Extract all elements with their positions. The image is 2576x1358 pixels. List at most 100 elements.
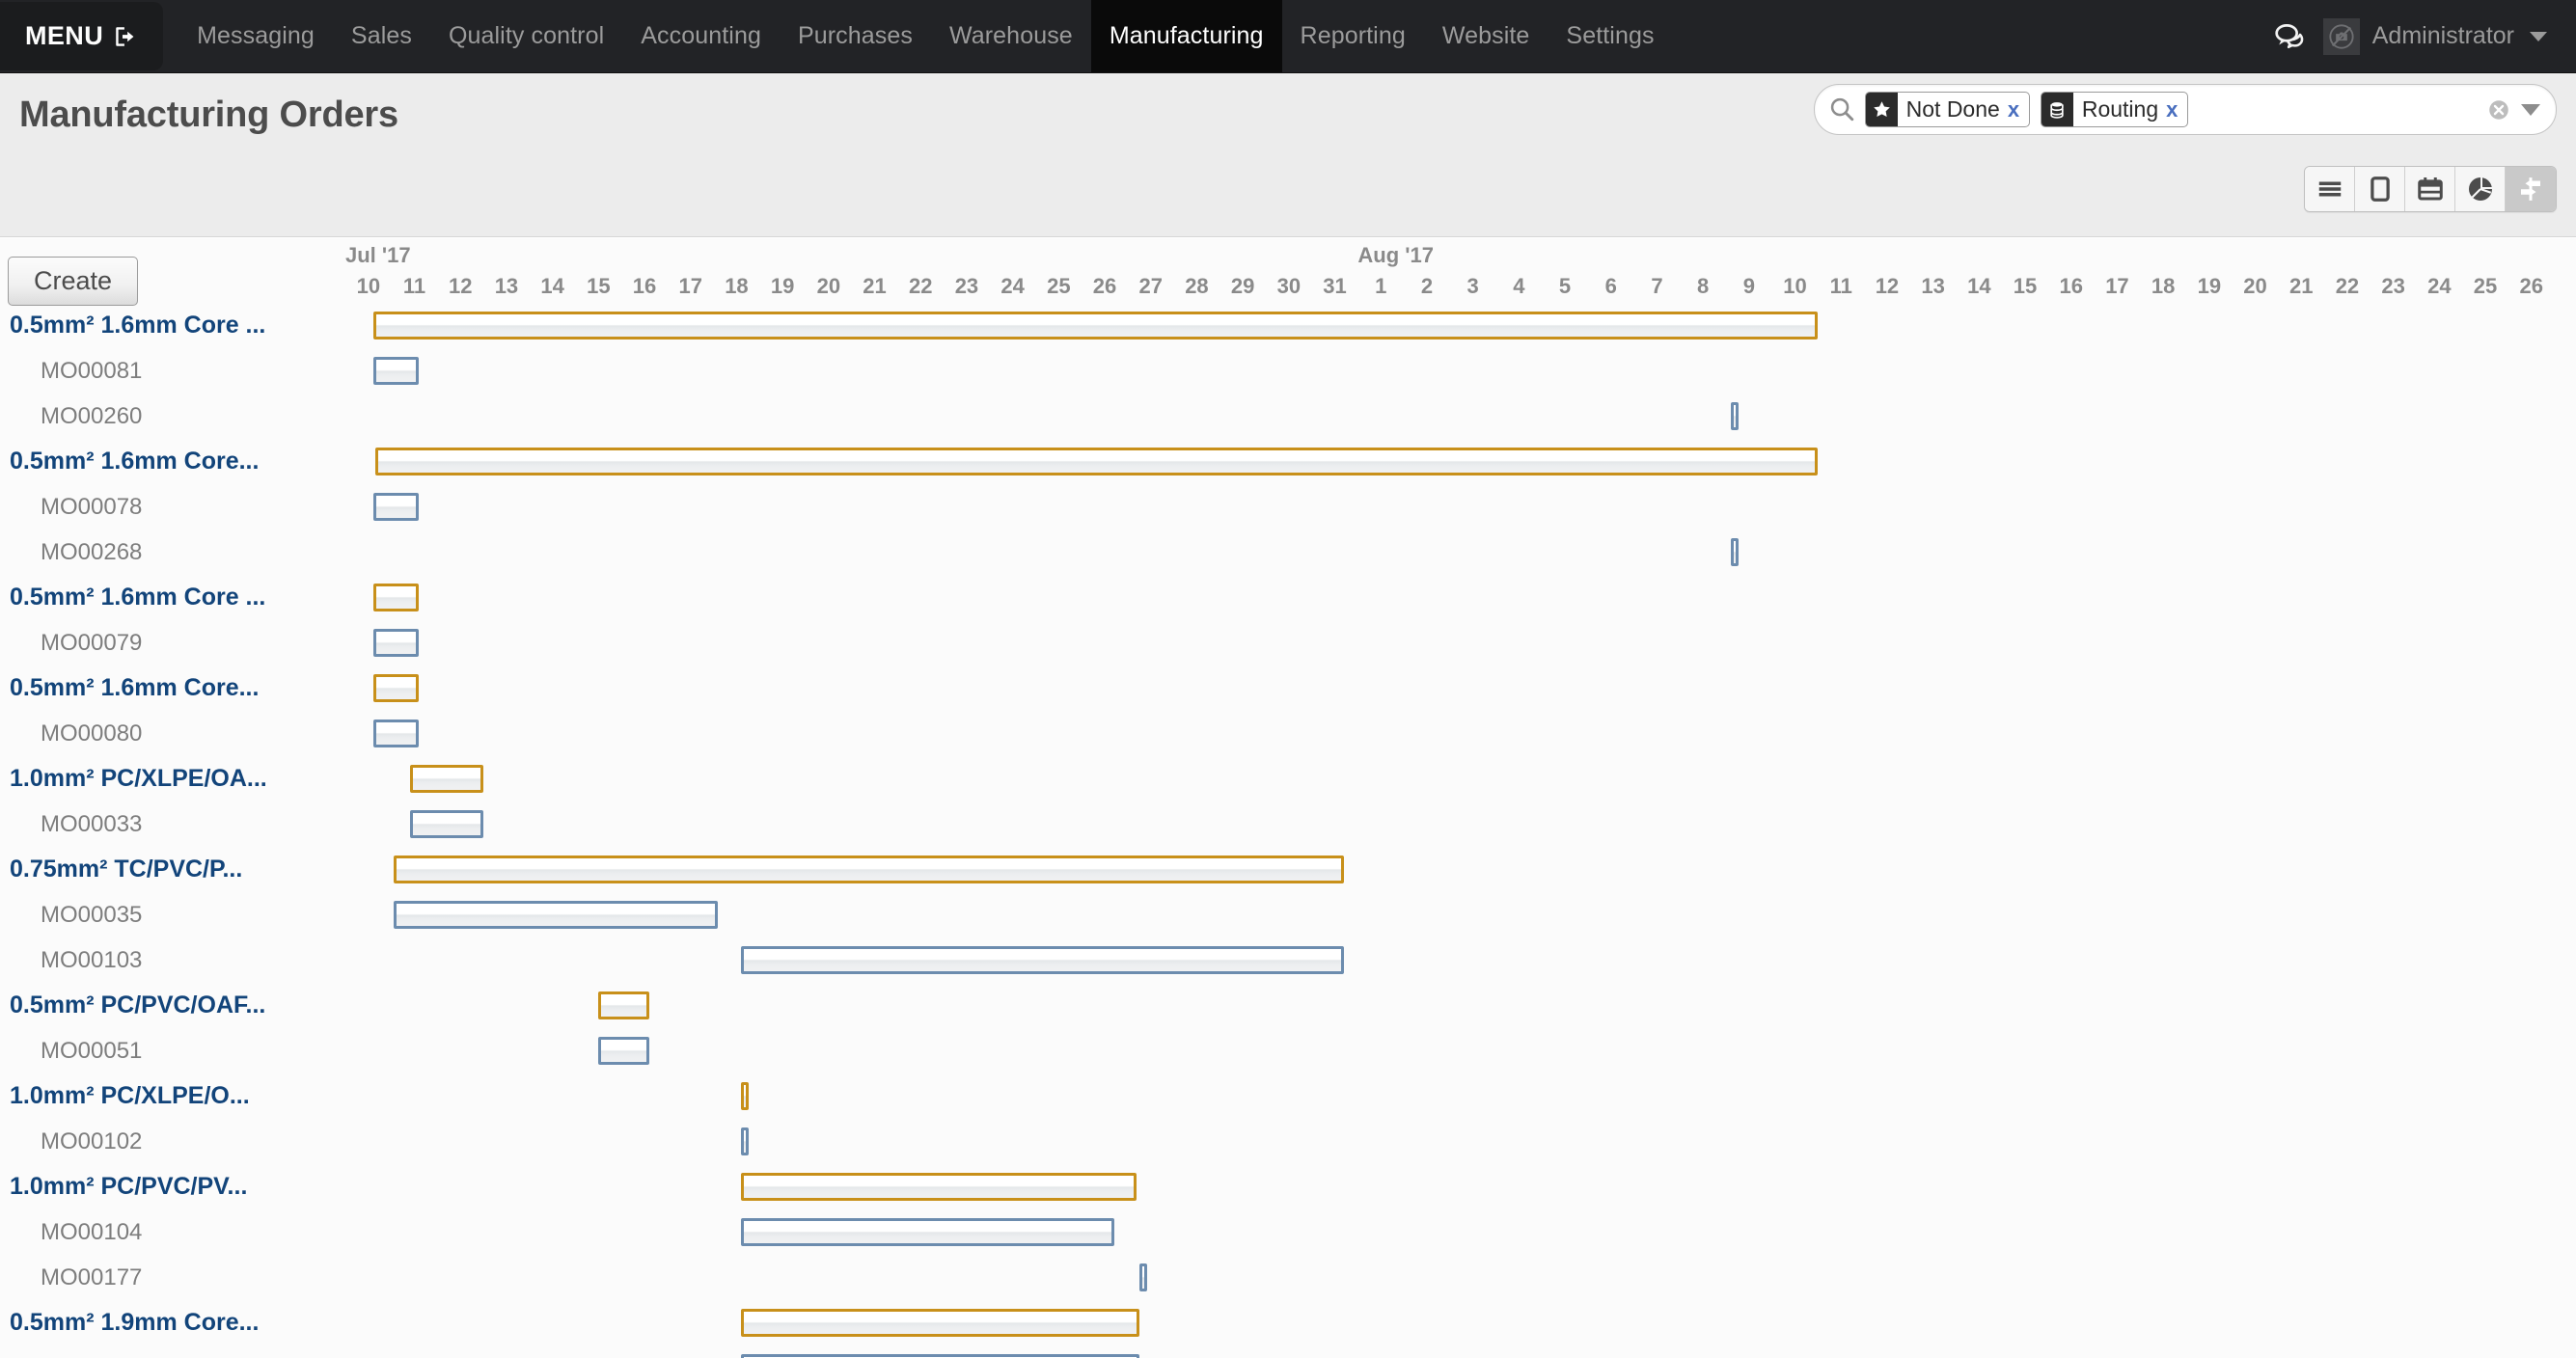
gantt-task-bar[interactable] xyxy=(741,946,1345,974)
nav-tab-settings[interactable]: Settings xyxy=(1548,0,1672,72)
chat-bubble-icon[interactable] xyxy=(2273,20,2306,53)
gantt-day-tick: 17 xyxy=(678,274,702,298)
star-icon xyxy=(1866,93,1898,126)
kanban-icon xyxy=(2370,177,2390,202)
nav-tab-messaging[interactable]: Messaging xyxy=(178,0,333,72)
clear-circle-icon[interactable] xyxy=(2486,97,2511,122)
search-bar[interactable]: Not Done x Routing x xyxy=(1814,84,2557,135)
gantt-day-tick: 6 xyxy=(1604,274,1617,298)
gantt-group-bar[interactable] xyxy=(372,674,420,702)
graph-view-button[interactable] xyxy=(2455,167,2506,211)
gantt-task-bar[interactable] xyxy=(372,629,420,657)
gantt-group-label[interactable]: 0.5mm² 1.6mm Core ... xyxy=(10,303,265,348)
gantt-task-bar[interactable] xyxy=(372,357,420,385)
chevron-down-icon xyxy=(2530,31,2547,41)
gantt-task-label[interactable]: MO00104 xyxy=(41,1209,142,1255)
remove-facet-not-done-icon[interactable]: x xyxy=(2008,97,2019,122)
remove-facet-routing-icon[interactable]: x xyxy=(2166,97,2178,122)
gantt-group-label[interactable]: 1.0mm² PC/XLPE/O... xyxy=(10,1073,250,1119)
gantt-group-label[interactable]: 0.5mm² 1.6mm Core ... xyxy=(10,575,265,620)
filter-facet-not-done[interactable]: Not Done x xyxy=(1865,92,2031,127)
gantt-task-label[interactable]: MO00268 xyxy=(41,530,142,575)
gantt-day-tick: 10 xyxy=(356,274,381,298)
filter-facet-routing-body: Routing x xyxy=(2073,93,2188,126)
gantt-day-tick: 4 xyxy=(1513,274,1525,298)
gantt-group-bar[interactable] xyxy=(741,1173,1137,1201)
user-menu[interactable]: Administrator xyxy=(2322,17,2547,55)
gantt-task-label[interactable]: MO00033 xyxy=(41,801,142,847)
gantt-task-row: MO00078 xyxy=(0,484,2576,530)
gantt-task-bar[interactable] xyxy=(372,493,420,521)
gantt-group-bar[interactable] xyxy=(375,448,1819,475)
gantt-day-tick: 29 xyxy=(1230,274,1255,298)
gantt-task-bar[interactable] xyxy=(741,1218,1114,1246)
nav-tab-website[interactable]: Website xyxy=(1424,0,1548,72)
gantt-group-label[interactable]: 0.5mm² 1.9mm Core... xyxy=(10,1300,259,1345)
gantt-group-bar[interactable] xyxy=(598,991,649,1019)
gantt-group-bar[interactable] xyxy=(741,1082,750,1110)
gantt-task-label[interactable]: MO00080 xyxy=(41,711,142,756)
nav-tab-manufacturing[interactable]: Manufacturing xyxy=(1090,0,1282,72)
gantt-task-label[interactable]: MO00081 xyxy=(41,348,142,394)
gantt-day-tick: 24 xyxy=(2427,274,2452,298)
gantt-task-label[interactable]: MO00102 xyxy=(41,1119,142,1164)
calendar-view-button[interactable] xyxy=(2405,167,2455,211)
filter-facet-routing[interactable]: Routing x xyxy=(2041,92,2189,127)
list-view-button[interactable] xyxy=(2305,167,2355,211)
gantt-group-bar[interactable] xyxy=(372,584,420,611)
kanban-view-button[interactable] xyxy=(2355,167,2405,211)
nav-tab-purchases[interactable]: Purchases xyxy=(780,0,931,72)
gantt-task-bar[interactable] xyxy=(741,1127,750,1155)
gantt-group-label[interactable]: 0.5mm² 1.6mm Core... xyxy=(10,439,259,484)
gantt-task-bar[interactable] xyxy=(409,810,484,838)
gantt-group-label[interactable]: 0.5mm² PC/PVC/OAF... xyxy=(10,983,265,1028)
gantt-task-row xyxy=(0,1345,2576,1358)
gantt-task-bar[interactable] xyxy=(372,720,420,747)
gantt-group-bar[interactable] xyxy=(409,765,484,793)
gantt-view-button[interactable] xyxy=(2506,167,2556,211)
gantt-task-bar[interactable] xyxy=(1730,538,1739,566)
gantt-day-tick: 20 xyxy=(816,274,841,298)
nav-tab-quality-control[interactable]: Quality control xyxy=(430,0,622,72)
gantt-group-row: 1.0mm² PC/XLPE/OA... xyxy=(0,756,2576,801)
gantt-task-bar[interactable] xyxy=(741,1354,1139,1358)
nav-tab-sales[interactable]: Sales xyxy=(333,0,430,72)
nav-tab-reporting[interactable]: Reporting xyxy=(1282,0,1424,72)
gantt-group-bar[interactable] xyxy=(372,312,1819,340)
menu-button[interactable]: MENU xyxy=(0,2,164,70)
page-title: Manufacturing Orders xyxy=(19,95,398,135)
gantt-day-tick: 24 xyxy=(1000,274,1025,298)
view-switcher xyxy=(2304,166,2557,212)
gantt-group-row: 1.0mm² PC/PVC/PV... xyxy=(0,1164,2576,1209)
gantt-task-label[interactable]: MO00260 xyxy=(41,394,142,439)
gantt-task-label[interactable]: MO00078 xyxy=(41,484,142,530)
gantt-day-tick: 22 xyxy=(2335,274,2360,298)
gantt-group-label[interactable]: 0.75mm² TC/PVC/P... xyxy=(10,847,242,892)
gantt-task-label[interactable]: MO00103 xyxy=(41,937,142,983)
gantt-group-bar[interactable] xyxy=(394,856,1345,883)
gantt-group-label[interactable]: 1.0mm² PC/XLPE/OA... xyxy=(10,756,267,801)
gantt-group-row: 0.5mm² 1.6mm Core... xyxy=(0,439,2576,484)
gantt-task-bar[interactable] xyxy=(394,901,719,929)
gantt-group-label[interactable]: 0.5mm² 1.6mm Core... xyxy=(10,665,259,711)
gantt-task-label[interactable]: MO00079 xyxy=(41,620,142,665)
gantt-task-bar[interactable] xyxy=(598,1037,649,1065)
nav-tab-accounting[interactable]: Accounting xyxy=(622,0,780,72)
gantt-day-tick: 19 xyxy=(2197,274,2222,298)
gantt-task-row: MO00260 xyxy=(0,394,2576,439)
search-input[interactable] xyxy=(2199,96,2482,122)
gantt-group-label[interactable]: 1.0mm² PC/PVC/PV... xyxy=(10,1164,247,1209)
search-dropdown-caret-icon[interactable] xyxy=(2521,103,2540,116)
gantt-task-bar[interactable] xyxy=(1730,402,1739,430)
gantt-task-label[interactable]: MO00035 xyxy=(41,892,142,937)
gantt-day-tick: 14 xyxy=(1967,274,1991,298)
create-button[interactable]: Create xyxy=(8,257,139,306)
gantt-task-label[interactable]: MO00177 xyxy=(41,1255,142,1300)
gantt-day-tick: 21 xyxy=(863,274,887,298)
gantt-day-tick: 5 xyxy=(1558,274,1572,298)
gantt-task-bar[interactable] xyxy=(1138,1263,1147,1291)
calendar-icon xyxy=(2417,177,2443,201)
gantt-group-bar[interactable] xyxy=(741,1309,1139,1337)
nav-tab-warehouse[interactable]: Warehouse xyxy=(931,0,1091,72)
gantt-task-label[interactable]: MO00051 xyxy=(41,1028,142,1073)
